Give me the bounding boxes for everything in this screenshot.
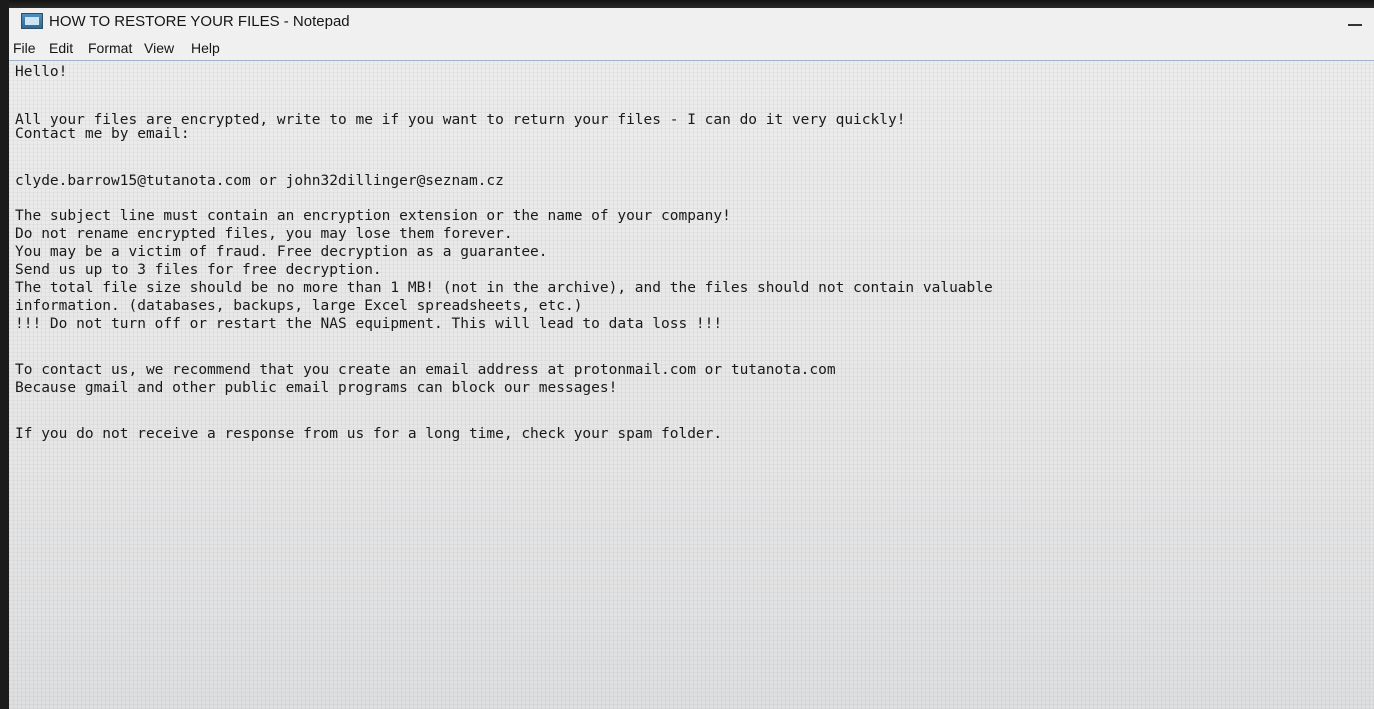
menu-help[interactable]: Help [191,40,220,56]
note-line: If you do not receive a response from us… [15,426,723,442]
note-line: Contact me by email: [15,126,190,142]
window-titlebar[interactable]: HOW TO RESTORE YOUR FILES - Notepad [9,8,1374,36]
notepad-app-icon[interactable] [21,13,43,29]
note-line: To contact us, we recommend that you cre… [15,362,836,378]
monitor-bezel-left [0,0,9,709]
text-editor-area[interactable]: Hello! All your files are encrypted, wri… [9,61,1374,709]
note-line: You may be a victim of fraud. Free decry… [15,244,548,260]
menu-bar: File Edit Format View Help [9,36,1374,61]
note-line: Do not rename encrypted files, you may l… [15,226,513,242]
monitor-screen: HOW TO RESTORE YOUR FILES - Notepad File… [0,0,1374,709]
note-line: !!! Do not turn off or restart the NAS e… [15,316,723,332]
menu-format[interactable]: Format [88,40,132,56]
window-title: HOW TO RESTORE YOUR FILES - Notepad [49,13,350,30]
note-line: information. (databases, backups, large … [15,298,583,314]
note-line: The total file size should be no more th… [15,280,993,296]
note-line: Hello! [15,64,68,80]
minimize-icon[interactable] [1348,24,1362,26]
note-line: The subject line must contain an encrypt… [15,208,731,224]
menu-file[interactable]: File [13,40,36,56]
note-line: clyde.barrow15@tutanota.com or john32dil… [15,173,504,189]
note-line: Because gmail and other public email pro… [15,380,618,396]
monitor-bezel-top [0,0,1374,8]
note-line: Send us up to 3 files for free decryptio… [15,262,382,278]
menu-edit[interactable]: Edit [49,40,73,56]
menu-view[interactable]: View [144,40,174,56]
